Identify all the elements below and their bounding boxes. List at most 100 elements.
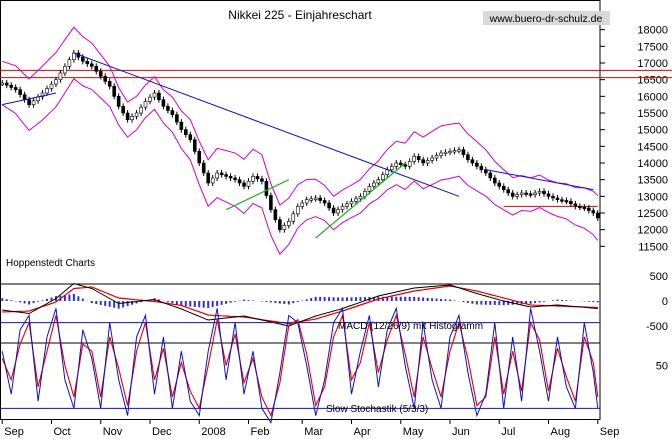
candle-body [573, 203, 578, 207]
candle-body [246, 181, 251, 187]
y-tick-label: 13000 [637, 191, 668, 203]
candle-body [89, 63, 94, 67]
candle-body [475, 162, 479, 167]
x-tick-label: Jul [501, 426, 515, 438]
x-tick-label: Dec [152, 426, 172, 438]
candle-body [407, 161, 412, 167]
candle-body [152, 92, 157, 98]
stochastic-tick-label: 50 [656, 361, 668, 373]
candle-body [219, 172, 224, 175]
x-tick-label: May [403, 426, 424, 438]
y-tick-label: 11500 [638, 241, 668, 253]
candle-body [255, 176, 260, 180]
candle-body [564, 200, 569, 203]
y-tick-label: 16000 [637, 91, 668, 103]
candle-body [389, 166, 394, 170]
y-tick-label: 15500 [637, 108, 668, 120]
candle-body [85, 61, 90, 65]
candle-body [569, 201, 573, 205]
candle-body [49, 83, 54, 89]
candle-body [443, 151, 448, 154]
candle-body [72, 52, 76, 60]
candle-body [13, 87, 18, 90]
macd-tick-label: 500 [650, 271, 668, 283]
candle-body [0, 82, 5, 85]
candle-body [434, 155, 439, 159]
candle-body [143, 101, 148, 108]
candle-body [466, 154, 470, 160]
x-tick-label: Sep [600, 426, 620, 438]
candle-body [18, 89, 22, 95]
candle-body [416, 156, 421, 160]
upper-band [2, 26, 599, 206]
x-tick-label: Jun [452, 426, 470, 438]
candle-body [107, 81, 112, 87]
candle-body [166, 106, 170, 111]
candle-body [224, 174, 228, 177]
candle-body [215, 172, 219, 179]
candle-body [45, 88, 49, 94]
candle-body [452, 150, 457, 153]
x-tick-label: Oct [53, 426, 70, 438]
candle-body [134, 112, 139, 117]
trendline-blue [73, 52, 460, 197]
candle-body [376, 179, 381, 184]
candle-body [336, 209, 340, 214]
candle-body [188, 134, 193, 140]
candle-body [322, 200, 327, 204]
candle-body [237, 179, 242, 184]
candle-body [345, 203, 349, 207]
y-tick-label: 15000 [637, 125, 668, 137]
x-tick-label: Aug [551, 426, 571, 438]
candle-body [560, 199, 564, 202]
candle-body [31, 100, 36, 105]
y-tick-label: 17500 [637, 41, 668, 53]
candle-body [358, 196, 363, 200]
candle-body [304, 199, 309, 204]
candle-body [130, 116, 134, 120]
macd-tick-label: -500 [646, 321, 668, 333]
candle-body [103, 76, 108, 82]
candle-body [81, 56, 85, 62]
x-tick-label: Apr [353, 426, 370, 438]
candle-body [515, 194, 519, 197]
candle-body [510, 192, 515, 197]
candle-body [287, 221, 291, 226]
candle-body [595, 212, 600, 219]
candle-body [251, 176, 255, 182]
candle-body [587, 207, 591, 211]
candle-body [201, 162, 206, 174]
candle-body [394, 162, 399, 167]
x-tick-label: 2008 [201, 426, 225, 438]
stochastic-k-line [1, 306, 599, 425]
candle-body [506, 189, 511, 194]
candle-body [233, 177, 237, 180]
candle-body [533, 192, 537, 195]
y-tick-label: 14000 [637, 158, 668, 170]
candle-body [54, 79, 58, 85]
candle-body [63, 66, 67, 74]
candle-body [578, 206, 582, 209]
candle-body [461, 149, 466, 155]
candle-body [318, 197, 322, 201]
x-tick-label: Nov [103, 426, 123, 438]
y-tick-label: 16500 [637, 75, 668, 87]
candle-body [582, 206, 587, 209]
candle-body [372, 182, 376, 187]
candle-body [125, 112, 130, 120]
candle-body [197, 151, 202, 164]
candle-body [551, 196, 555, 199]
candle-body [157, 92, 161, 100]
candle-body [116, 96, 121, 107]
macd-tick-label: 0 [662, 296, 668, 308]
candle-body [273, 209, 278, 220]
candle-body [269, 195, 273, 210]
candle-body [398, 162, 403, 165]
candle-body [309, 198, 313, 201]
candle-body [148, 96, 152, 102]
candle-body [94, 66, 99, 72]
candle-body [27, 99, 31, 105]
chart-root: 11500 12000 12500 13000 13500 14000 14500 15000… [0, 0, 672, 439]
x-tick-label: Mar [304, 426, 323, 438]
candle-body [367, 186, 372, 192]
